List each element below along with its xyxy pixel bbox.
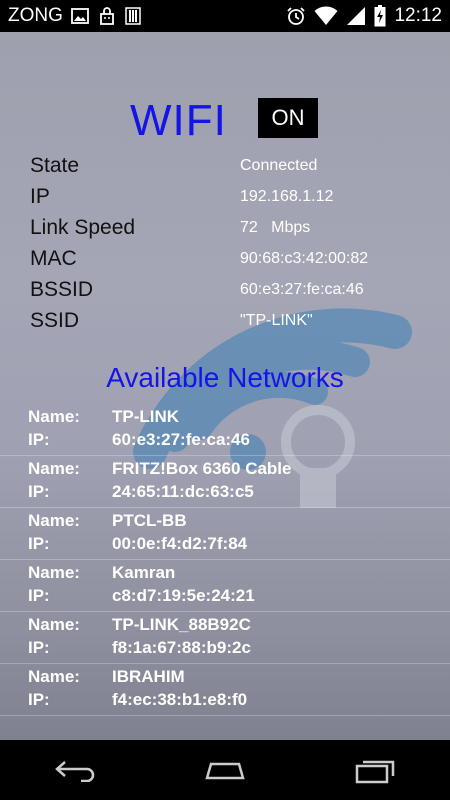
name-label: Name:	[28, 666, 80, 686]
info-key: State	[30, 153, 80, 177]
name-label: Name:	[28, 510, 80, 530]
network-item[interactable]: Name: IBRAHIM IP: f4:ec:38:b1:e8:f0	[0, 664, 450, 716]
app-content: WIFI ON State Connected IP 192.168.1.12 …	[0, 32, 450, 740]
info-key: SSID	[30, 308, 80, 332]
carrier-label: ZONG	[8, 5, 63, 26]
info-key: Link Speed	[30, 215, 136, 239]
info-value: 192.168.1.12	[240, 187, 334, 205]
info-value: 90:68:c3:42:00:82	[240, 249, 369, 267]
connection-info: State Connected IP 192.168.1.12 Link Spe…	[30, 150, 420, 336]
network-item[interactable]: Name: TP-LINK_88B92C IP: f8:1a:67:88:b9:2c	[0, 612, 450, 664]
alarm-icon	[286, 6, 306, 26]
network-ip: 00:0e:f4:d2:7f:84	[112, 533, 248, 553]
status-bar-left: ZONG	[8, 5, 141, 27]
network-name: TP-LINK_88B92C	[112, 614, 251, 634]
ip-label: IP:	[28, 533, 50, 553]
ip-label: IP:	[28, 429, 50, 449]
info-key: MAC	[30, 246, 77, 270]
wifi-icon	[314, 6, 338, 26]
info-row-bssid: BSSID 60:e3:27:fe:ca:46	[30, 274, 420, 305]
network-ip: f4:ec:38:b1:e8:f0	[112, 689, 248, 709]
name-label: Name:	[28, 614, 80, 634]
ip-label: IP:	[28, 637, 50, 657]
network-name: TP-LINK	[112, 406, 180, 426]
network-ip: f8:1a:67:88:b9:2c	[112, 637, 251, 657]
network-name: IBRAHIM	[112, 666, 185, 686]
network-ip: c8:d7:19:5e:24:21	[112, 585, 255, 605]
info-value: 72 Mbps	[240, 218, 311, 236]
home-icon	[205, 762, 245, 780]
battery-charging-icon	[374, 5, 386, 27]
info-row-state: State Connected	[30, 150, 420, 181]
name-label: Name:	[28, 458, 80, 478]
status-bar-right: 12:12	[286, 5, 442, 27]
clock: 12:12	[394, 5, 442, 26]
recent-apps-icon	[355, 760, 395, 784]
ip-label: IP:	[28, 585, 50, 605]
info-row-ssid: SSID "TP-LINK"	[30, 305, 420, 336]
name-label: Name:	[28, 406, 80, 426]
network-name: FRITZ!Box 6360 Cable	[112, 458, 292, 478]
notification-bag-icon	[97, 6, 117, 26]
info-row-ip: IP 192.168.1.12	[30, 181, 420, 212]
network-item[interactable]: Name: Kamran IP: c8:d7:19:5e:24:21	[0, 560, 450, 612]
status-bar: ZONG 12:12	[0, 0, 450, 32]
info-value: Connected	[240, 156, 318, 174]
recent-apps-button[interactable]	[345, 750, 405, 790]
network-item[interactable]: Name: PTCL-BB IP: 00:0e:f4:d2:7f:84	[0, 508, 450, 560]
cell-signal-icon	[346, 6, 366, 26]
back-icon	[55, 761, 95, 782]
signal-bars-icon	[125, 7, 141, 25]
available-networks-heading: Available Networks	[106, 362, 344, 393]
network-ip: 24:65:11:dc:63:c5	[112, 481, 254, 501]
network-name: PTCL-BB	[112, 510, 187, 530]
info-row-mac: MAC 90:68:c3:42:00:82	[30, 243, 420, 274]
info-value: "TP-LINK"	[240, 311, 313, 329]
ip-label: IP:	[28, 481, 50, 501]
navigation-bar	[0, 740, 450, 800]
networks-list: Name: TP-LINK IP: 60:e3:27:fe:ca:46 Name: F…	[0, 404, 450, 716]
network-name: Kamran	[112, 562, 176, 582]
info-key: IP	[30, 184, 50, 208]
back-button[interactable]	[45, 750, 105, 790]
info-value: 60:e3:27:fe:ca:46	[240, 280, 364, 298]
network-item[interactable]: Name: FRITZ!Box 6360 Cable IP: 24:65:11:dc…	[0, 456, 450, 508]
wifi-title: WIFI	[130, 96, 227, 145]
ip-label: IP:	[28, 689, 50, 709]
info-row-link-speed: Link Speed 72 Mbps	[30, 212, 420, 243]
home-button[interactable]	[195, 750, 255, 790]
info-key: BSSID	[30, 277, 94, 301]
network-ip: 60:e3:27:fe:ca:46	[112, 429, 250, 449]
image-icon	[70, 8, 89, 24]
name-label: Name:	[28, 562, 80, 582]
network-item[interactable]: Name: TP-LINK IP: 60:e3:27:fe:ca:46	[0, 404, 450, 456]
wifi-toggle-button[interactable]: ON	[258, 98, 318, 138]
